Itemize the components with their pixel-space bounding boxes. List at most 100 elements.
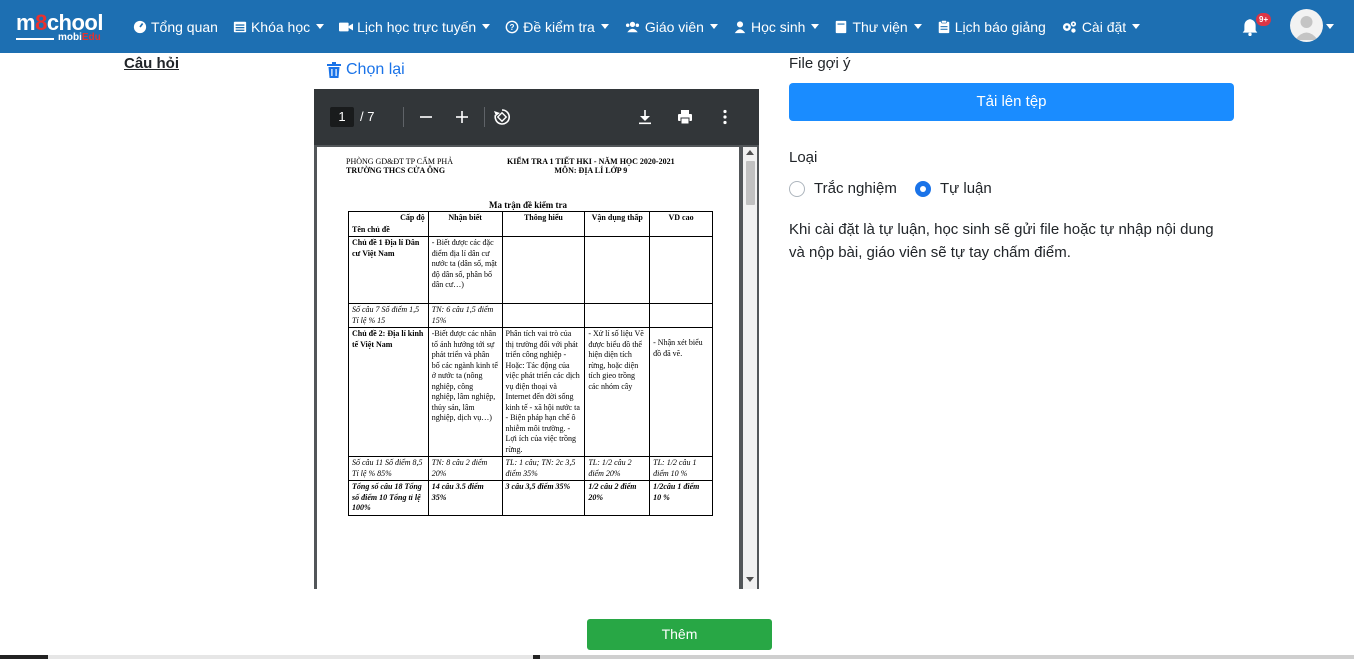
hint-file-label: File gợi ý xyxy=(789,55,851,72)
table-cell: TN: 6 câu 1,5 điểm 15% xyxy=(427,303,503,328)
avatar[interactable] xyxy=(1290,9,1323,42)
nav-item-online-schedule[interactable]: Lịch học trực tuyến xyxy=(339,18,491,35)
nav-item-courses[interactable]: Khóa học xyxy=(233,19,325,35)
table-row: Số câu 11 Số điểm 8,5 Tỉ lệ % 85% TN: 8 … xyxy=(348,456,713,481)
pdf-toolbar: 1 / 7 xyxy=(314,89,759,145)
radio-multiple-choice[interactable]: Trắc nghiệm xyxy=(789,180,897,197)
pdf-viewer: 1 / 7 PHÒNG GD&ĐT TP CẨM PHẢ TRƯỜNG THCS… xyxy=(314,89,759,589)
table-row: Chủ đề 2: Địa lí kinh tế Việt Nam -Biết … xyxy=(348,327,713,457)
table-cell: - Biết được các đặc điểm địa lí dân cư n… xyxy=(427,236,503,304)
cogs-icon xyxy=(1062,20,1076,33)
nav-item-teachers[interactable]: Giáo viên xyxy=(624,19,718,35)
zoom-in-icon[interactable] xyxy=(452,107,472,127)
nav-item-tests[interactable]: ? Đề kiểm tra xyxy=(505,19,609,35)
scroll-down-icon[interactable] xyxy=(746,577,754,582)
nav-item-settings[interactable]: Cài đặt xyxy=(1061,18,1141,35)
page-total: / 7 xyxy=(360,109,375,124)
table-cell: TL: 1 câu; TN: 2c 3,5 điểm 35% xyxy=(501,456,586,481)
table-cell: 3 câu 3,5 điểm 35% xyxy=(501,480,586,516)
toolbar-divider xyxy=(484,107,485,127)
radio-button[interactable] xyxy=(789,180,805,197)
table-cell xyxy=(501,303,586,328)
brand-logo[interactable]: m8chool mobiEdu xyxy=(16,10,112,44)
doc-header-right: KIỂM TRA 1 TIẾT HKI - NĂM HỌC 2020-2021 … xyxy=(507,157,675,175)
table-cell: Phân tích vai trò của thị trường đối với… xyxy=(501,327,586,457)
table-header: Vận dụng thấp xyxy=(584,211,651,237)
table-cell: Tổng số câu 18 Tổng số điểm 10 Tổng tỉ l… xyxy=(348,480,429,516)
table-header: Thông hiểu xyxy=(501,211,586,237)
table-cell: TL: 1/2 câu 1 điểm 10 % xyxy=(649,456,713,481)
chevron-down-icon[interactable] xyxy=(1326,24,1334,29)
type-label: Loại xyxy=(789,149,818,166)
upload-file-button[interactable]: Tải lên tệp xyxy=(789,83,1234,121)
scroll-track-segment xyxy=(48,655,533,659)
svg-text:?: ? xyxy=(510,23,515,32)
table-cell xyxy=(501,236,586,304)
doc-exam-title: KIỂM TRA 1 TIẾT HKI - NĂM HỌC 2020-2021 xyxy=(507,157,675,166)
logo-underline xyxy=(16,38,54,40)
table-row: Tổng số câu 18 Tổng số điểm 10 Tổng tỉ l… xyxy=(348,480,713,516)
nav-label: Tổng quan xyxy=(151,18,218,35)
download-icon[interactable] xyxy=(635,107,655,127)
table-row: Số câu 7 Số điểm 1,5 Tỉ lệ % 15 TN: 6 câ… xyxy=(348,303,713,328)
reselect-button[interactable]: Chọn lại xyxy=(327,61,405,79)
bottom-scrollbar[interactable] xyxy=(0,655,1354,659)
table-cell: 1/2câu 1 điểm 10 % xyxy=(649,480,713,516)
table-cell xyxy=(649,236,713,304)
logo-subtext: mobiEdu xyxy=(58,32,101,43)
radio-button-selected[interactable] xyxy=(915,180,931,197)
more-vertical-icon[interactable] xyxy=(715,107,735,127)
corner-top-label: Cấp độ xyxy=(400,213,425,222)
nav-item-teaching-schedule[interactable]: Lịch báo giảng xyxy=(937,19,1046,35)
table-cell: 1/2 câu 2 điểm 20% xyxy=(584,480,651,516)
scroll-up-icon[interactable] xyxy=(746,150,754,155)
clipboard-icon xyxy=(938,19,949,33)
top-navbar: m8chool mobiEdu Tổng quan Khóa học Lịch … xyxy=(0,0,1354,53)
nav-item-students[interactable]: Học sinh xyxy=(733,19,820,35)
doc-header-left: PHÒNG GD&ĐT TP CẨM PHẢ TRƯỜNG THCS CỬA Ô… xyxy=(346,157,453,175)
doc-school: TRƯỜNG THCS CỬA ÔNG xyxy=(346,166,446,175)
radio-label: Tự luận xyxy=(940,180,992,197)
pdf-page: PHÒNG GD&ĐT TP CẨM PHẢ TRƯỜNG THCS CỬA Ô… xyxy=(317,147,739,589)
table-cell xyxy=(649,303,713,328)
main-menu: Tổng quan Khóa học Lịch học trực tuyến ?… xyxy=(133,0,1155,53)
reselect-label: Chọn lại xyxy=(346,61,405,78)
table-cell xyxy=(584,303,651,328)
radio-essay[interactable]: Tự luận xyxy=(915,180,992,197)
notification-badge: 9+ xyxy=(1256,13,1272,26)
zoom-out-icon[interactable] xyxy=(416,107,436,127)
nav-item-library[interactable]: Thư viện xyxy=(834,18,922,35)
table-cell: Số câu 11 Số điểm 8,5 Tỉ lệ % 85% xyxy=(348,456,429,481)
pdf-scrollbar[interactable] xyxy=(743,147,757,589)
nav-label: Lịch báo giảng xyxy=(954,18,1046,35)
doc-subject: MÔN: ĐỊA LÍ LỚP 9 xyxy=(554,166,628,175)
rotate-icon[interactable] xyxy=(492,107,512,127)
table-cell: TL: 1/2 câu 2 điểm 20% xyxy=(584,456,651,481)
chevron-down-icon xyxy=(600,24,609,29)
scroll-thumb[interactable] xyxy=(746,161,755,205)
chevron-down-icon xyxy=(811,24,820,29)
dashboard-icon xyxy=(133,20,147,33)
essay-info-text: Khi cài đặt là tự luận, học sinh sẽ gửi … xyxy=(789,221,1214,261)
chevron-down-icon xyxy=(482,24,491,29)
page-number-input[interactable]: 1 xyxy=(330,107,354,127)
nav-label: Lịch học trực tuyến xyxy=(357,18,477,35)
nav-item-overview[interactable]: Tổng quan xyxy=(133,19,218,35)
list-icon xyxy=(233,21,247,32)
nav-label: Đề kiểm tra xyxy=(523,18,595,35)
video-icon xyxy=(339,22,354,31)
print-icon[interactable] xyxy=(675,107,695,127)
corner-bottom-label: Tên chủ đề xyxy=(352,224,390,234)
table-header: VD cao xyxy=(649,211,713,237)
add-button[interactable]: Thêm xyxy=(587,619,772,650)
chevron-down-icon xyxy=(709,24,718,29)
table-header-row: Cấp độ Tên chủ đề Nhận biết Thông hiểu Vậ… xyxy=(348,211,713,237)
table-corner-cell: Cấp độ Tên chủ đề xyxy=(348,211,429,237)
doc-table-title: Ma trận đề kiểm tra xyxy=(489,200,567,210)
users-icon xyxy=(625,21,639,32)
user-avatar-icon xyxy=(1295,16,1318,40)
table-row: Chủ đề 1 Địa lí Dân cư Việt Nam - Biết đ… xyxy=(348,236,713,304)
nav-label: Cài đặt xyxy=(1081,18,1127,35)
table-cell: - Nhận xét biểu đồ đã vẽ. xyxy=(649,327,713,457)
nav-label: Thư viện xyxy=(852,18,908,35)
